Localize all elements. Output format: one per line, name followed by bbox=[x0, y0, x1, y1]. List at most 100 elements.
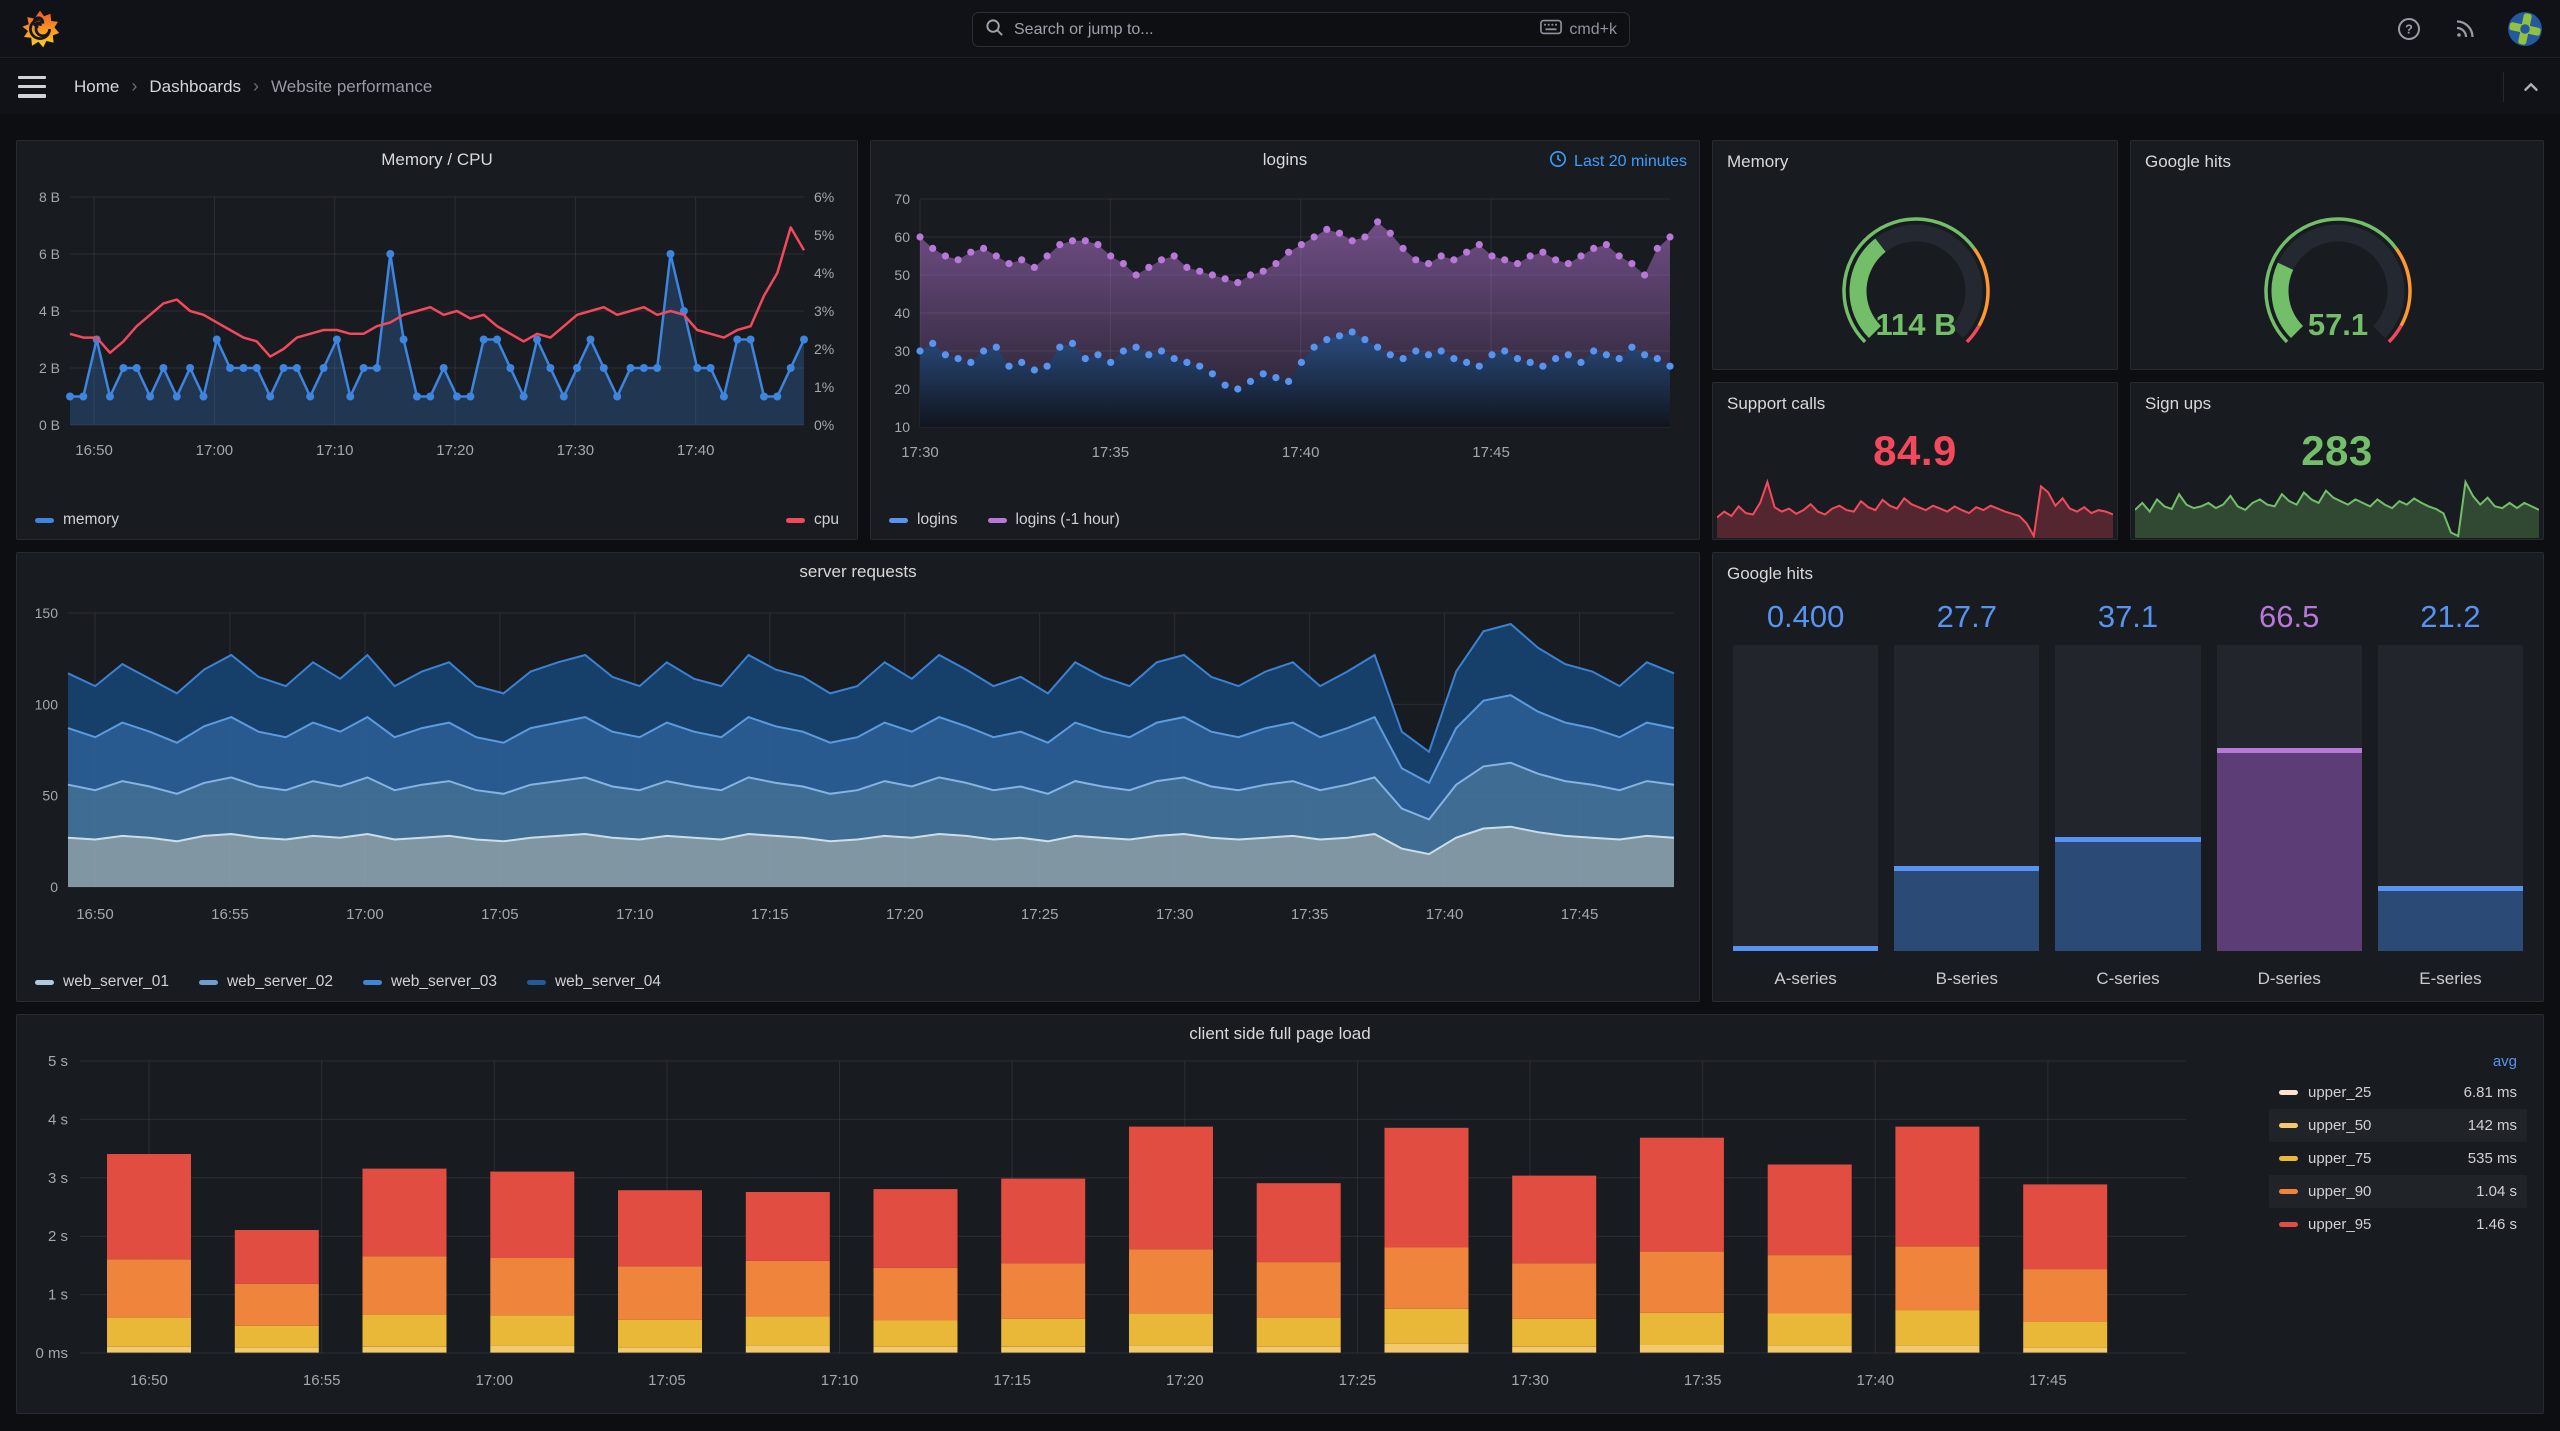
legend-label: web_server_01 bbox=[63, 973, 169, 990]
svg-text:17:45: 17:45 bbox=[2029, 1372, 2067, 1389]
legend-item[interactable]: upper_75 535 ms bbox=[2269, 1142, 2527, 1175]
panel-title[interactable]: Google hits bbox=[1727, 564, 1813, 584]
legend-item[interactable]: upper_95 1.46 s bbox=[2269, 1208, 2527, 1241]
bar-gauge-column[interactable]: 37.1 C-series bbox=[2055, 599, 2201, 989]
svg-text:17:30: 17:30 bbox=[1511, 1372, 1549, 1389]
panel-title[interactable]: server requests bbox=[17, 562, 1699, 582]
legend-item[interactable]: web_server_01 bbox=[35, 973, 169, 991]
svg-text:50: 50 bbox=[42, 788, 58, 804]
bar-gauge-fill bbox=[2055, 837, 2201, 951]
legend-label: upper_95 bbox=[2308, 1216, 2372, 1233]
legend-swatch bbox=[2279, 1156, 2298, 1161]
legend-swatch bbox=[2279, 1090, 2298, 1095]
svg-text:20: 20 bbox=[894, 381, 910, 397]
legend-item[interactable]: cpu bbox=[786, 511, 839, 529]
breadcrumb-dashboards[interactable]: Dashboards bbox=[149, 77, 241, 97]
legend-swatch bbox=[198, 979, 218, 985]
legend-item[interactable]: logins (-1 hour) bbox=[987, 511, 1120, 529]
svg-text:114 B: 114 B bbox=[1875, 307, 1956, 342]
panel-title[interactable]: Memory / CPU bbox=[17, 150, 857, 170]
memory-gauge: 114 B bbox=[1714, 177, 2116, 369]
collapse-chevron-up-icon[interactable] bbox=[2518, 74, 2544, 100]
svg-text:3%: 3% bbox=[814, 303, 834, 319]
svg-text:16:50: 16:50 bbox=[130, 1372, 168, 1389]
help-icon[interactable]: ? bbox=[2396, 16, 2422, 42]
legend-avg-value: 6.81 ms bbox=[2463, 1084, 2517, 1101]
panel-server-requests: server requests 0 50 100 150 16:50 16:55 17:00… bbox=[16, 552, 1700, 1002]
svg-text:16:55: 16:55 bbox=[211, 906, 249, 923]
svg-text:17:05: 17:05 bbox=[481, 906, 519, 923]
legend-item[interactable]: upper_25 6.81 ms bbox=[2269, 1076, 2527, 1109]
clock-icon bbox=[1549, 150, 1567, 173]
bar-gauge-column[interactable]: 66.5 D-series bbox=[2216, 599, 2362, 989]
svg-text:17:45: 17:45 bbox=[1561, 906, 1599, 923]
logins-legend: logins logins (-1 hour) bbox=[889, 511, 1120, 529]
svg-text:150: 150 bbox=[35, 605, 59, 621]
panel-title[interactable]: Sign ups bbox=[2145, 394, 2211, 414]
legend-swatch bbox=[786, 517, 805, 523]
logins-chart: 10 20 30 40 50 60 70 17:30 17:35 17:40 17:45 bbox=[872, 177, 1698, 493]
sign-ups-sparkline bbox=[2134, 476, 2540, 538]
bar-gauge-value: 37.1 bbox=[2097, 599, 2159, 634]
support-calls-sparkline bbox=[1716, 476, 2114, 540]
panel-title[interactable]: Support calls bbox=[1727, 394, 1825, 414]
svg-text:17:15: 17:15 bbox=[751, 906, 789, 923]
legend-item[interactable]: logins bbox=[889, 511, 958, 529]
bar-gauge-label: E-series bbox=[2419, 969, 2482, 988]
time-range-indicator[interactable]: Last 20 minutes bbox=[1549, 150, 1687, 173]
bar-gauge-column[interactable]: 27.7 B-series bbox=[1894, 599, 2040, 989]
svg-text:5 s: 5 s bbox=[48, 1053, 68, 1070]
bar-gauge-value: 21.2 bbox=[2420, 599, 2481, 634]
bar-gauge-track bbox=[2216, 645, 2362, 951]
bar-gauge-column[interactable]: 0.400 A-series bbox=[1733, 599, 1879, 989]
user-avatar[interactable] bbox=[2508, 12, 2542, 46]
legend-label: logins bbox=[917, 511, 958, 528]
legend-label: memory bbox=[63, 511, 119, 528]
svg-text:0%: 0% bbox=[814, 417, 834, 433]
legend-item[interactable]: web_server_04 bbox=[526, 973, 661, 991]
panel-title[interactable]: Google hits bbox=[2145, 152, 2231, 172]
bar-gauge-column[interactable]: 21.2 E-series bbox=[2377, 599, 2524, 989]
svg-text:0 ms: 0 ms bbox=[35, 1345, 68, 1362]
search-input[interactable]: Search or jump to... cmd+k bbox=[972, 12, 1630, 47]
svg-text:17:20: 17:20 bbox=[886, 906, 924, 923]
panel-support-calls: Support calls 84.9 bbox=[1712, 382, 2118, 540]
news-rss-icon[interactable] bbox=[2452, 16, 2478, 42]
svg-text:10: 10 bbox=[894, 419, 910, 435]
legend-item[interactable]: memory bbox=[35, 511, 119, 529]
legend-label: web_server_04 bbox=[554, 973, 661, 990]
bar-gauge-label: C-series bbox=[2096, 969, 2160, 988]
legend-avg-header[interactable]: avg bbox=[2269, 1051, 2527, 1076]
panel-title[interactable]: client side full page load bbox=[17, 1024, 2543, 1044]
legend-item[interactable]: web_server_02 bbox=[198, 973, 333, 991]
svg-text:30: 30 bbox=[894, 343, 910, 359]
page-load-legend: avg upper_25 6.81 ms upper_50 142 ms upp… bbox=[2269, 1051, 2527, 1241]
grafana-logo[interactable] bbox=[20, 8, 60, 50]
svg-text:57.1: 57.1 bbox=[2308, 307, 2368, 342]
breadcrumb: Home › Dashboards › Website performance bbox=[74, 76, 432, 97]
breadcrumb-home[interactable]: Home bbox=[74, 77, 119, 97]
bar-gauge-fill bbox=[1733, 946, 1879, 951]
legend-swatch bbox=[2279, 1123, 2298, 1128]
svg-text:6 B: 6 B bbox=[39, 246, 60, 262]
svg-text:17:10: 17:10 bbox=[616, 906, 654, 923]
svg-text:6%: 6% bbox=[814, 189, 834, 205]
bar-gauge-track bbox=[1733, 645, 1879, 951]
svg-text:3 s: 3 s bbox=[48, 1170, 68, 1187]
svg-text:17:10: 17:10 bbox=[316, 442, 354, 459]
legend-swatch bbox=[35, 979, 54, 985]
menu-toggle-icon[interactable] bbox=[18, 75, 46, 98]
legend-avg-value: 535 ms bbox=[2467, 1150, 2517, 1167]
legend-swatch bbox=[2279, 1222, 2298, 1227]
panel-title[interactable]: Memory bbox=[1727, 152, 1788, 172]
svg-text:2 B: 2 B bbox=[39, 360, 60, 376]
legend-label: upper_25 bbox=[2308, 1084, 2372, 1101]
panel-logins: logins Last 20 minutes 10 20 30 40 50 60 70 17:… bbox=[870, 140, 1700, 540]
legend-item[interactable]: upper_90 1.04 s bbox=[2269, 1175, 2527, 1208]
legend-item[interactable]: web_server_03 bbox=[362, 973, 497, 991]
svg-text:40: 40 bbox=[894, 305, 910, 321]
legend-item[interactable]: upper_50 142 ms bbox=[2269, 1109, 2527, 1142]
page-load-chart: 0 ms 1 s 2 s 3 s 4 s 5 s 16:50 16:55 17:00 17:05 1… bbox=[18, 1047, 2542, 1415]
legend-label: web_server_02 bbox=[226, 973, 333, 990]
svg-text:17:00: 17:00 bbox=[346, 906, 384, 923]
